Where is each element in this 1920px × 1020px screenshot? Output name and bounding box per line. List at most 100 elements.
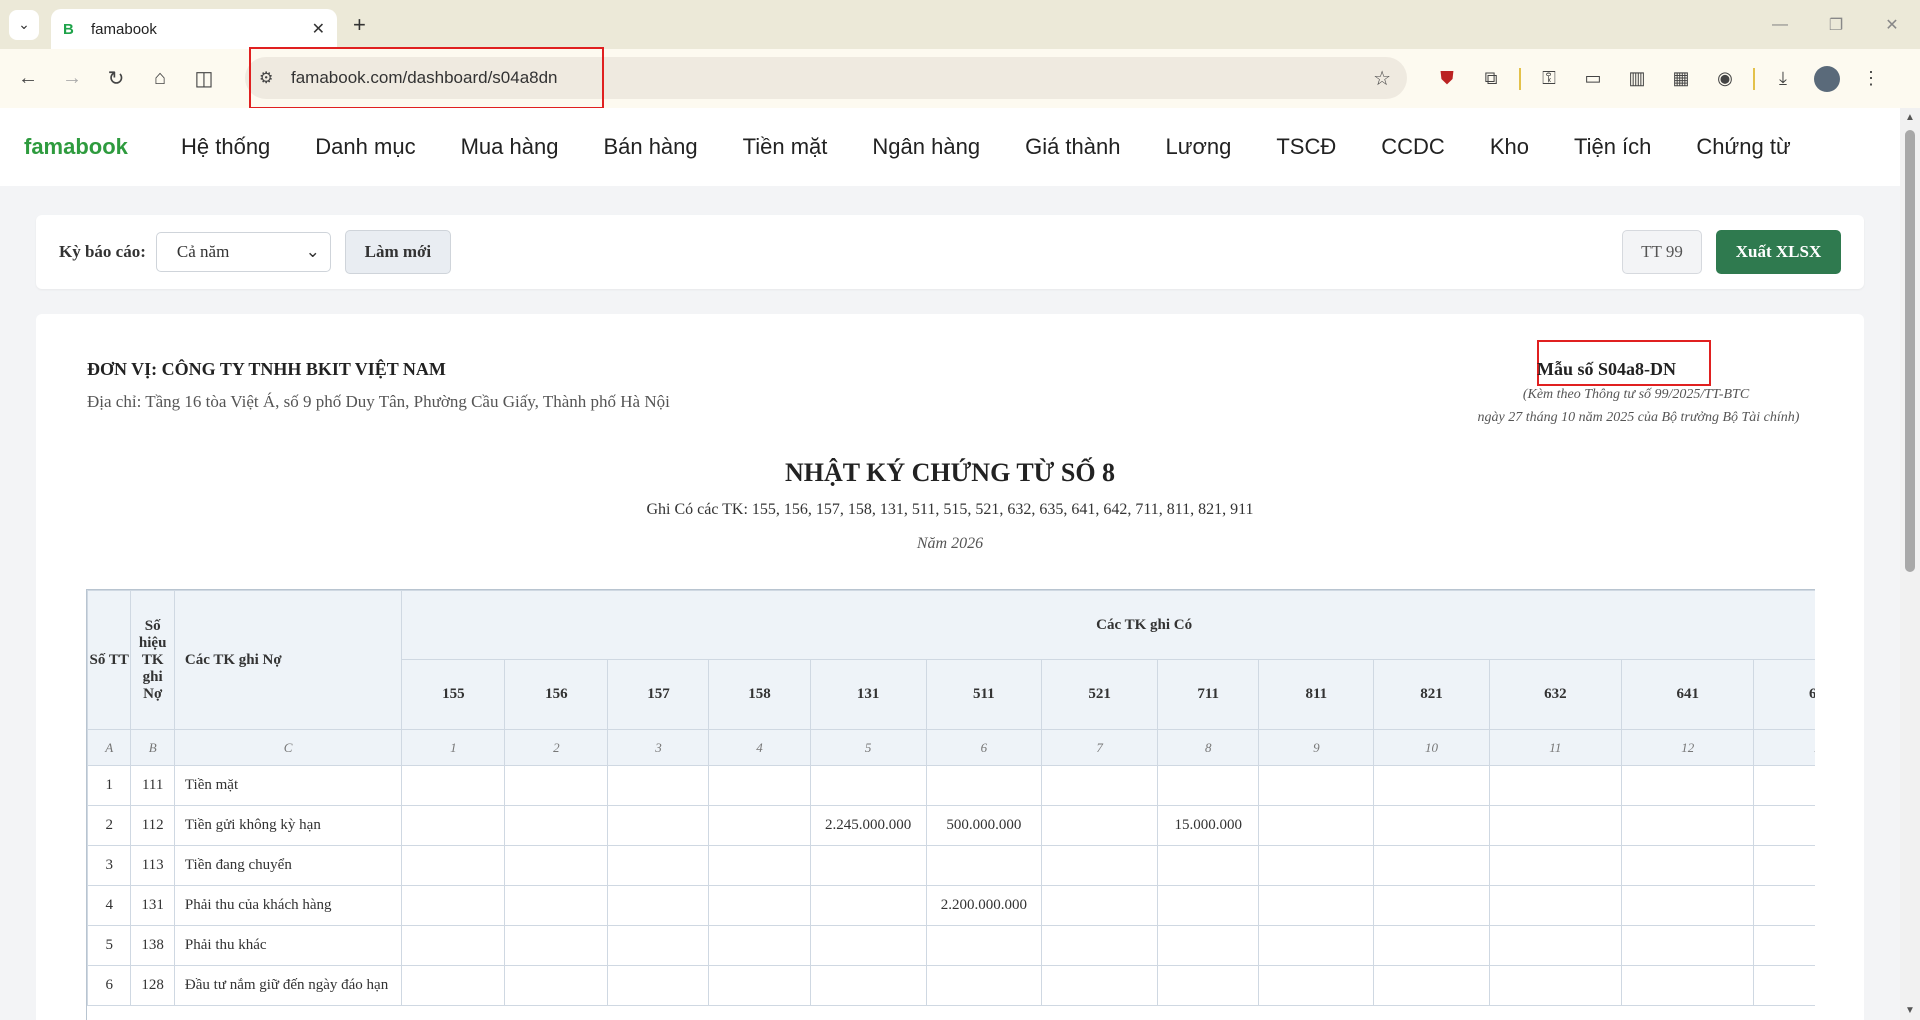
scroll-up-icon[interactable]: ▲ [1905, 112, 1915, 123]
header-credit-group: Các TK ghi Có [401, 590, 1815, 660]
amount-cell [708, 885, 811, 926]
amount-cell [809, 965, 927, 1006]
browser-tab-bar: ⌄ B famabook ✕ + — ❐ ✕ [0, 0, 1920, 49]
nav-item-ngan-hang[interactable]: Ngân hàng [872, 134, 980, 160]
header-credit-account: 641 [1621, 659, 1755, 730]
row-account-name: Phải thu khác [173, 925, 403, 966]
nav-item-kho[interactable]: Kho [1490, 134, 1529, 160]
scroll-down-icon[interactable]: ▼ [1905, 1005, 1915, 1016]
close-icon[interactable]: ✕ [312, 19, 325, 39]
amount-cell [1258, 965, 1375, 1006]
amount-cell [607, 965, 710, 1006]
key-icon[interactable]: ⚿ [1527, 68, 1571, 89]
unit-name: ĐƠN VỊ: CÔNG TY TNHH BKIT VIỆT NAM [87, 359, 446, 379]
amount-cell [1488, 965, 1623, 1006]
header-credit-account: 155 [401, 659, 506, 730]
table-row: 2 112 Tiền gửi không kỳ hạn 2.245.000.000 50… [87, 805, 1815, 846]
table-row: 4 131 Phải thu của khách hàng 2.200.000.000 [87, 885, 1815, 926]
nav-item-gia-thanh[interactable]: Giá thành [1025, 134, 1120, 160]
card-icon[interactable]: ▭ [1571, 68, 1615, 89]
nav-item-tien-mat[interactable]: Tiền mặt [743, 134, 828, 160]
amount-cell: 15.000.000 [1157, 805, 1260, 846]
incognito-icon[interactable]: ◉ [1703, 68, 1747, 89]
amount-cell [504, 965, 609, 1006]
more-menu-icon[interactable]: ⋮ [1849, 68, 1893, 89]
tab-title: famabook [91, 20, 157, 38]
bookmark-star-icon[interactable]: ☆ [1373, 66, 1391, 91]
reload-icon[interactable]: ↻ [94, 66, 138, 91]
nav-item-tien-ich[interactable]: Tiện ích [1574, 134, 1651, 160]
profile-avatar[interactable] [1814, 65, 1840, 92]
amount-cell [607, 885, 710, 926]
amount-cell [1258, 925, 1375, 966]
nav-item-chung-tu[interactable]: Chứng từ [1696, 134, 1790, 160]
nav-item-he-thong[interactable]: Hệ thống [181, 134, 270, 160]
header-debit-name: Các TK ghi Nợ [173, 590, 403, 730]
new-tab-button[interactable]: + [353, 12, 366, 38]
amount-cell [1621, 765, 1755, 806]
refresh-button[interactable]: Làm mới [344, 230, 451, 274]
window-close-icon[interactable]: ✕ [1864, 15, 1920, 35]
form-code: Mẫu số S04a8-DN [1537, 359, 1677, 379]
back-icon[interactable]: ← [6, 67, 50, 90]
column-index-label: 13 [1753, 729, 1815, 766]
column-index-label: 1 [401, 729, 506, 766]
home-icon[interactable]: ⌂ [138, 67, 182, 90]
export-xlsx-button[interactable]: Xuất XLSX [1716, 230, 1841, 274]
table-row: 6 128 Đầu tư nắm giữ đến ngày đáo hạn [87, 965, 1815, 1006]
nav-item-danh-muc[interactable]: Danh mục [315, 134, 415, 160]
reading-list-icon[interactable]: ▥ [1615, 68, 1659, 89]
shield-extension-icon[interactable]: ⛊ [1425, 68, 1469, 89]
column-index-label: 6 [925, 729, 1042, 766]
report-card: ĐƠN VỊ: CÔNG TY TNHH BKIT VIỆT NAM Địa c… [36, 314, 1864, 1020]
forward-icon[interactable]: → [50, 67, 94, 90]
table-icon[interactable]: ▦ [1659, 68, 1703, 89]
split-view-icon[interactable]: ◫ [182, 66, 226, 91]
brand-logo[interactable]: famabook [24, 134, 181, 160]
period-select[interactable]: Cả năm ⌄ [155, 232, 331, 272]
form-note-line-2: ngày 27 tháng 10 năm 2025 của Bộ trưởng … [1477, 410, 1800, 425]
page-scrollbar[interactable]: ▲ ▼ [1900, 108, 1920, 1020]
amount-cell [809, 765, 927, 806]
tab-search-button[interactable]: ⌄ [9, 9, 39, 40]
amount-cell [1373, 845, 1490, 886]
row-stt: 6 [87, 965, 132, 1006]
amount-cell [708, 965, 811, 1006]
nav-item-tscd[interactable]: TSCĐ [1276, 134, 1336, 160]
header-debit-code: Số hiệu TK ghi Nợ [130, 590, 175, 730]
amount-cell [1488, 845, 1623, 886]
nav-item-ccdc[interactable]: CCDC [1381, 134, 1445, 160]
journal-table-scroll[interactable]: Số TT Số hiệu TK ghi Nợ Các TK ghi Nợ Cá… [86, 589, 1815, 1020]
amount-cell: 2.245.000.000 [809, 805, 927, 846]
table-row: 5 138 Phải thu khác [87, 925, 1815, 966]
amount-cell [1753, 965, 1815, 1006]
download-icon[interactable]: ⤓ [1761, 68, 1805, 89]
header-credit-account: 157 [607, 659, 710, 730]
minimize-icon[interactable]: — [1752, 16, 1808, 34]
report-year: Năm 2026 [916, 535, 984, 552]
column-index-label: 3 [607, 729, 710, 766]
unit-address: Địa chỉ: Tầng 16 tòa Việt Á, số 9 phố Du… [87, 392, 670, 411]
table-row: 1 111 Tiền mặt [87, 765, 1815, 806]
report-title: NHẬT KÝ CHỨNG TỪ SỐ 8 [784, 458, 1116, 487]
amount-cell [1621, 965, 1755, 1006]
journal-table: Số TT Số hiệu TK ghi Nợ Các TK ghi Nợ Cá… [87, 590, 1815, 1006]
row-stt: 2 [87, 805, 132, 846]
puzzle-extension-icon[interactable]: ⧉ [1469, 68, 1513, 89]
amount-cell [925, 925, 1042, 966]
nav-item-ban-hang[interactable]: Bán hàng [603, 134, 697, 160]
nav-item-luong[interactable]: Lương [1165, 134, 1231, 160]
column-index-label: C [173, 729, 403, 766]
scrollbar-thumb[interactable] [1905, 130, 1915, 572]
amount-cell [1040, 805, 1159, 846]
column-index-label: 7 [1040, 729, 1159, 766]
header-stt: Số TT [87, 590, 132, 730]
row-account-name: Đầu tư nắm giữ đến ngày đáo hạn [173, 965, 403, 1006]
nav-item-mua-hang[interactable]: Mua hàng [461, 134, 559, 160]
restore-icon[interactable]: ❐ [1808, 15, 1864, 35]
browser-tab[interactable]: B famabook ✕ [51, 9, 337, 49]
amount-cell [607, 765, 710, 806]
row-account-name: Tiền mặt [173, 765, 403, 806]
row-account-name: Tiền gửi không kỳ hạn [173, 805, 403, 846]
circular-badge[interactable]: TT 99 [1622, 230, 1702, 274]
